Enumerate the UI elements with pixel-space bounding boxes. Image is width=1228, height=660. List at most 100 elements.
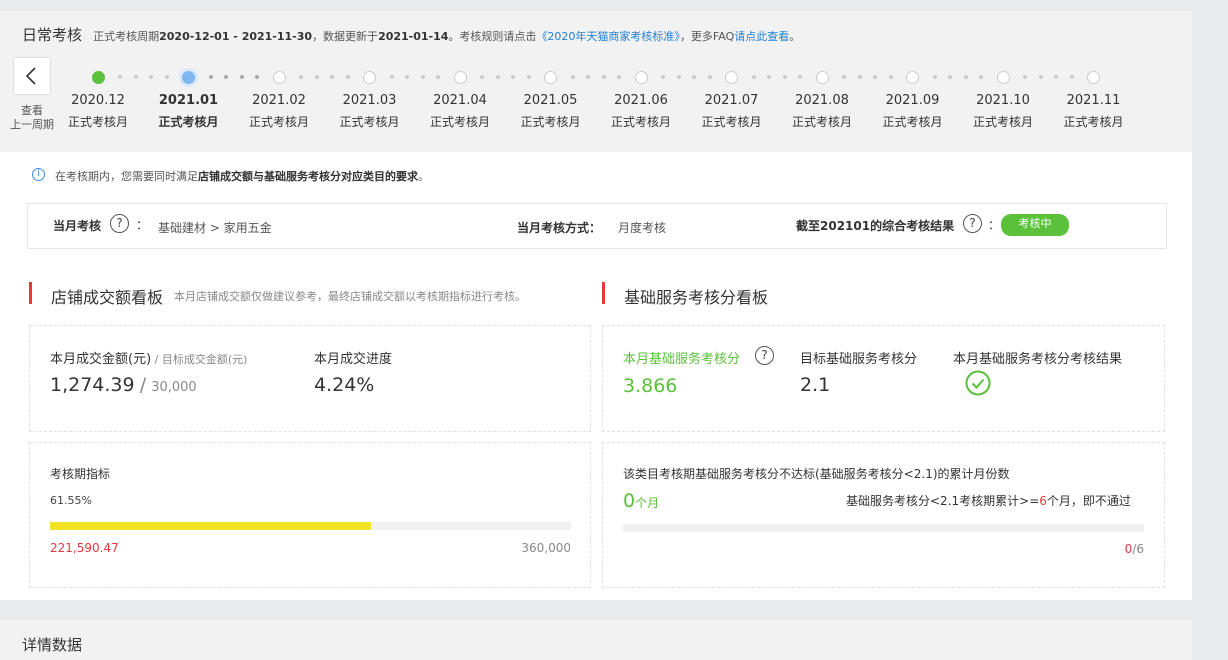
notice: 在考核期内，您需要同时满足店铺成交额与基础服务考核分对应类目的要求。 xyxy=(55,168,429,184)
timeline-dot[interactable] xyxy=(815,70,829,84)
timeline-connector-dot xyxy=(495,75,500,79)
month-assess-label: 当月考核 xyxy=(53,219,102,233)
timeline-connector-dot xyxy=(661,75,665,79)
rule-link[interactable]: 《2020年天猫商家考核标准》 xyxy=(536,30,680,43)
section-marker xyxy=(29,282,32,304)
fail-progress-count: 0/6 xyxy=(1124,542,1144,556)
timeline-connector-dot xyxy=(224,75,228,79)
timeline-month-label: 正式考核月 xyxy=(429,115,490,129)
question-icon[interactable]: ? xyxy=(110,214,129,233)
fail-rule: 基础服务考核分<2.1考核期累计>=6个月，即不通过 xyxy=(846,494,1131,508)
timeline-dot[interactable] xyxy=(272,70,286,84)
period-current: 221,590.47 xyxy=(50,541,119,555)
timeline-dot[interactable] xyxy=(363,70,376,84)
question-icon[interactable]: ? xyxy=(755,346,774,365)
target-score-value: 2.1 xyxy=(800,374,831,396)
timeline-connector-dot xyxy=(1069,75,1074,79)
fail-progress-track xyxy=(623,524,1144,532)
service-fail-card xyxy=(602,442,1165,588)
timeline-dot[interactable] xyxy=(634,70,648,84)
timeline-connector-dot xyxy=(330,75,334,79)
prev-label-line1: 查看 xyxy=(21,104,43,117)
timeline-month[interactable]: 2021.06 xyxy=(596,93,686,108)
amount-values: 1,274.39 / 30,000 xyxy=(50,374,197,396)
timeline-month[interactable]: 2021.07 xyxy=(687,93,777,108)
timeline-connector-dot xyxy=(842,75,846,79)
chevron-left-icon xyxy=(25,67,36,85)
prev-period-button[interactable] xyxy=(13,57,51,95)
timeline-dot[interactable] xyxy=(996,70,1010,84)
timeline-connector-dot xyxy=(857,75,862,79)
timeline-connector-dot xyxy=(299,75,303,79)
info-icon: i xyxy=(32,168,45,181)
timeline-month[interactable]: 2021.09 xyxy=(868,93,958,108)
timeline-month-label: 正式考核月 xyxy=(520,115,581,129)
timeline-connector-dot xyxy=(1038,75,1043,79)
period-progress-track xyxy=(50,522,571,530)
result-label: 截至202101的综合考核结果 xyxy=(796,219,955,233)
timeline-connector-dot xyxy=(118,75,122,79)
timeline-connector-dot xyxy=(932,75,937,79)
timeline-month[interactable]: 2021.05 xyxy=(506,93,596,108)
timeline-connector-dot xyxy=(526,75,531,79)
timeline-dot[interactable] xyxy=(182,70,195,84)
faq-text: ，更多FAQ xyxy=(679,30,735,43)
score-label: 本月基础服务考核分 xyxy=(623,352,741,367)
timeline-dot[interactable] xyxy=(453,70,467,84)
timeline-dot[interactable] xyxy=(1087,70,1100,84)
timeline-month[interactable]: 2021.01 xyxy=(144,93,234,108)
timeline-connector-dot xyxy=(948,75,952,79)
amount-label: 本月成交金额(元) / 目标成交金额(元) xyxy=(50,352,248,367)
timeline-dot[interactable] xyxy=(544,70,557,84)
timeline-month[interactable]: 2021.03 xyxy=(325,93,415,108)
timeline-dot[interactable] xyxy=(91,70,105,84)
timeline-dot[interactable] xyxy=(725,70,738,84)
period-range: 2020-12-01 - 2021-11-30 xyxy=(159,30,313,43)
timeline-month-label: 正式考核月 xyxy=(1063,115,1124,129)
timeline-connector-dot xyxy=(570,75,575,79)
fail-count: 0个月 xyxy=(623,490,660,512)
timeline-month-label: 正式考核月 xyxy=(701,115,762,129)
timeline-connector-dot xyxy=(798,75,802,79)
update-prefix: ，数据更新于 xyxy=(312,30,379,43)
timeline-month[interactable]: 2021.08 xyxy=(777,93,867,108)
category-path: 基础建材 > 家用五金 xyxy=(158,221,272,235)
timeline-connector-dot xyxy=(873,75,877,79)
timeline-month[interactable]: 2021.10 xyxy=(958,93,1048,108)
score-value: 3.866 xyxy=(623,375,678,397)
timeline-connector-dot xyxy=(782,75,787,79)
score-result-label: 本月基础服务考核分考核结果 xyxy=(953,352,1123,367)
period-percent: 61.55% xyxy=(50,494,92,507)
faq-link[interactable]: 请点此查看 xyxy=(734,30,789,43)
timeline-month-label: 正式考核月 xyxy=(610,115,671,129)
notice-bold: 店铺成交额与基础服务考核分对应类目的要求 xyxy=(198,170,418,183)
timeline-month[interactable]: 2021.04 xyxy=(415,93,505,108)
check-circle-icon xyxy=(965,370,991,400)
timeline-connector-dot xyxy=(1054,75,1058,79)
progress-value: 4.24% xyxy=(314,374,375,396)
period-prefix: 正式考核周期 xyxy=(93,30,160,43)
timeline-connector-dot xyxy=(1023,75,1027,79)
fail-title: 该类目考核期基础服务考核分不达标(基础服务考核分<2.1)的累计月份数 xyxy=(623,467,1010,481)
header-line: 日常考核 正式考核周期2020-12-01 - 2021-11-30，数据更新于… xyxy=(22,24,800,45)
timeline-connector-dot xyxy=(676,75,681,79)
timeline-month-label: 正式考核月 xyxy=(67,115,128,129)
section-marker xyxy=(602,282,605,304)
timeline-connector-dot xyxy=(149,75,153,79)
timeline-connector-dot xyxy=(208,75,213,79)
method-value: 月度考核 xyxy=(618,221,667,235)
amount-value: 1,274.39 xyxy=(50,374,135,396)
timeline-connector-dot xyxy=(164,75,169,79)
sales-board-note: 本月店铺成交额仅做建议参考，最终店铺成交额以考核期指标进行考核。 xyxy=(174,290,526,303)
timeline-month-label: 正式考核月 xyxy=(972,115,1033,129)
timeline-connector-dot xyxy=(480,75,484,79)
detail-title: 详情数据 xyxy=(22,636,83,654)
timeline-dot[interactable] xyxy=(906,70,919,84)
timeline-month-label: 正式考核月 xyxy=(339,115,400,129)
timeline-month[interactable]: 2020.12 xyxy=(53,93,143,108)
timeline-month-label: 正式考核月 xyxy=(248,115,309,129)
timeline-month[interactable]: 2021.02 xyxy=(234,93,324,108)
question-icon[interactable]: ? xyxy=(963,214,982,233)
prev-period-label[interactable]: 查看 上一周期 xyxy=(4,104,60,132)
timeline-month[interactable]: 2021.11 xyxy=(1049,93,1139,108)
